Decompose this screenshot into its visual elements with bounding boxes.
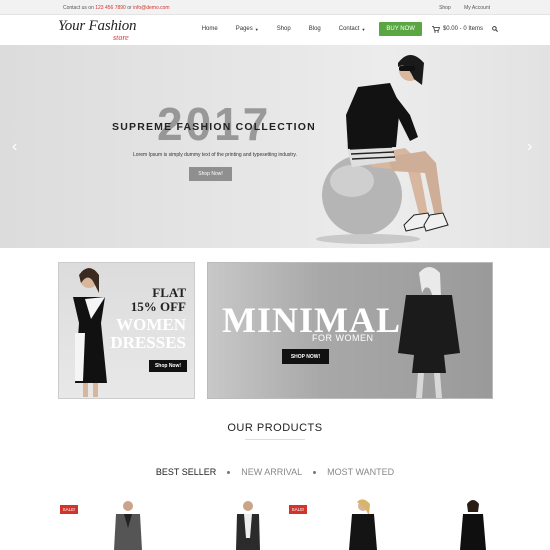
top-link-my-account[interactable]: My Account <box>464 5 490 11</box>
nav-item-pages[interactable]: Pages ▼ <box>236 26 259 32</box>
banner-for-women-text: FOR WOMEN <box>312 333 374 343</box>
slider-next-arrow-icon[interactable]: › <box>527 138 532 156</box>
caret-down-icon: ▼ <box>361 26 366 32</box>
top-links: Shop My Account <box>427 5 490 11</box>
banner-model-image <box>73 268 107 397</box>
top-link-shop[interactable]: Shop <box>439 5 451 11</box>
sale-badge: SALE! <box>60 505 78 514</box>
contact-phone[interactable]: 123 456 7890 <box>95 5 126 11</box>
contact-or: or <box>127 5 132 11</box>
nav-label: Home <box>201 26 218 32</box>
slider-prev-arrow-icon[interactable]: ‹ <box>12 138 17 156</box>
product-image[interactable] <box>313 498 413 550</box>
banner-dresses-text: DRESSES <box>110 333 186 352</box>
banner-shop-now-button[interactable]: SHOP NOW! <box>282 349 329 364</box>
top-bar: Contact us on 123 456 7890 or info@demo.… <box>0 0 550 15</box>
hero-shop-now-button[interactable]: Shop Now! <box>189 167 232 181</box>
tab-separator <box>227 470 231 474</box>
sale-badge: SALE! <box>289 505 307 514</box>
nav-label: Pages <box>235 26 253 32</box>
banner-discount-text: 15% OFF <box>130 299 186 314</box>
tab-best-seller[interactable]: BEST SELLER <box>156 467 216 477</box>
tab-new-arrival[interactable]: NEW ARRIVAL <box>241 467 302 477</box>
products-section-title: OUR PRODUCTS <box>227 422 323 434</box>
buy-now-button[interactable]: BUY NOW <box>379 22 422 36</box>
product-image[interactable] <box>78 498 178 550</box>
nav-label: Blog <box>308 26 321 32</box>
nav-item-home[interactable]: Home <box>202 26 218 32</box>
nav-item-shop[interactable]: Shop <box>277 26 291 32</box>
logo-subtitle[interactable]: store <box>113 33 129 42</box>
contact-email[interactable]: info@demo.com <box>133 5 169 11</box>
cart-total: $0.00 - 0 Items <box>442 26 483 32</box>
contact-prefix: Contact us on <box>63 5 94 11</box>
caret-down-icon: ▼ <box>254 26 259 32</box>
tab-most-wanted[interactable]: MOST WANTED <box>327 467 394 477</box>
nav-label: Shop <box>276 26 291 32</box>
hero-title: SUPREME FASHION COLLECTION <box>112 121 316 133</box>
hero-model-image <box>316 55 449 244</box>
nav-item-contact[interactable]: Contact ▼ <box>339 26 366 32</box>
nav-label: Contact <box>338 26 360 32</box>
cart-icon <box>431 26 440 33</box>
contact-info: Contact us on 123 456 7890 or info@demo.… <box>63 5 170 11</box>
promo-banner-dresses[interactable]: FLAT 15% OFF WOMEN DRESSES Shop Now! <box>58 262 195 399</box>
search-icon[interactable] <box>492 26 498 32</box>
promo-banner-minimal[interactable]: MINIMAL FOR WOMEN SHOP NOW! <box>207 262 493 399</box>
product-image[interactable] <box>423 498 523 550</box>
banner-shop-now-button[interactable]: Shop Now! <box>149 360 187 372</box>
product-image[interactable] <box>198 498 298 550</box>
cart-link[interactable]: $0.00 - 0 Items <box>431 26 483 33</box>
banner-women-text: WOMEN <box>116 315 186 334</box>
title-divider <box>245 439 305 440</box>
site-header: Your Fashion store Home Pages ▼ Shop Blog… <box>0 15 550 45</box>
nav-item-blog[interactable]: Blog <box>309 26 321 32</box>
main-nav: Home Pages ▼ Shop Blog Contact ▼ BUY NOW $… <box>184 21 498 37</box>
tab-separator <box>313 470 317 474</box>
product-tabs: BEST SELLER NEW ARRIVAL MOST WANTED <box>0 467 550 477</box>
hero-description: Lorem Ipsum is simply dummy text of the … <box>133 152 297 158</box>
hero-slider: 2017 SUPREME FASHION COLLECTION Lorem Ip… <box>0 45 550 248</box>
